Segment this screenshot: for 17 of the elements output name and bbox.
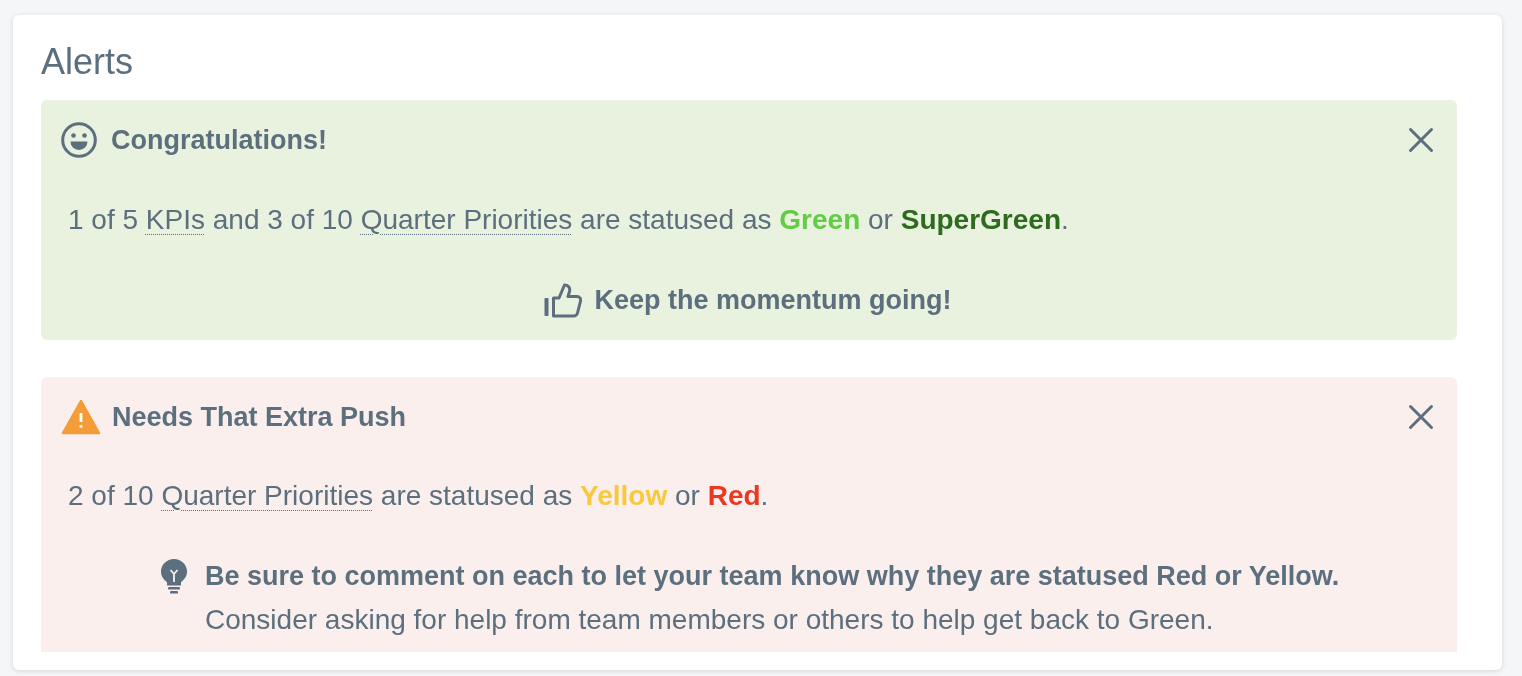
alert-title: Needs That Extra Push <box>112 401 407 434</box>
close-icon[interactable] <box>1408 404 1434 430</box>
alert-title: Congratulations! <box>111 124 327 157</box>
smiley-icon <box>61 122 97 158</box>
text-link[interactable]: KPIs <box>145 204 205 235</box>
thumbs-up-icon <box>543 282 582 318</box>
tip-text: Consider asking for help from team members or others to help get back to Green. <box>205 603 1214 637</box>
card-title: Alerts <box>41 41 134 83</box>
encouragement-text: Keep the momentum going! <box>594 284 952 317</box>
alert-message: 2 of 10 Quarter Priorities are statused as Yellow or Red. <box>68 479 770 513</box>
text-link[interactable]: Quarter Priorities <box>360 204 573 235</box>
alert-message: 1 of 5 KPIs and 3 of 10 Quarter Priorities are statused as Green or SuperGreen. <box>68 203 1070 237</box>
warning-icon <box>61 399 101 435</box>
text-link[interactable]: Quarter Priorities <box>161 480 374 511</box>
tip-heading: Be sure to comment on each to let your team know why they are statused Red or Yellow. <box>205 560 1340 593</box>
lightbulb-icon <box>160 558 188 594</box>
close-icon[interactable] <box>1408 127 1434 153</box>
